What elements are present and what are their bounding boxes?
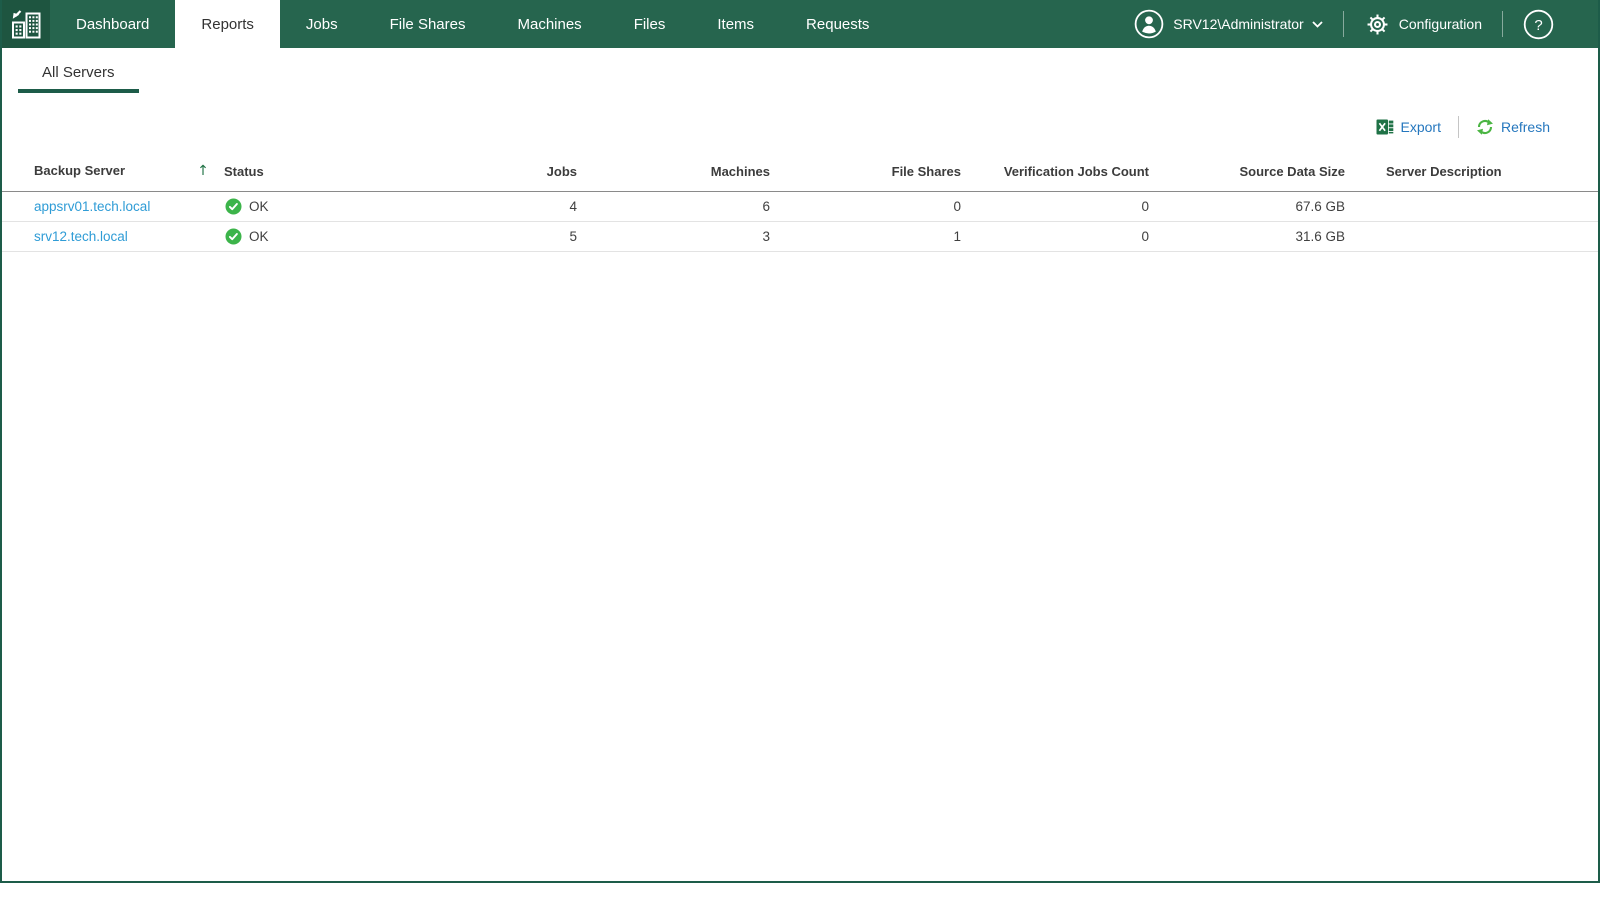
column-label: Status [224,163,264,179]
column-source-data-size[interactable]: Source Data Size [1159,153,1355,192]
nav-requests[interactable]: Requests [780,0,895,48]
nav-files[interactable]: Files [608,0,692,48]
app-window: Dashboard Reports Jobs File Shares Machi… [0,0,1600,883]
topbar-divider [1342,11,1344,37]
refresh-icon [1476,118,1494,136]
column-label: File Shares [891,163,961,179]
column-file-shares[interactable]: File Shares [780,153,971,192]
table-toolbar: Export Refresh [2,115,1598,139]
nav-machines[interactable]: Machines [491,0,607,48]
file-shares-count: 1 [780,221,971,252]
server-description [1355,191,1598,222]
machines-count: 3 [587,221,780,252]
export-button[interactable]: Export [1376,118,1441,136]
report-tabs: All Servers [2,57,1598,93]
column-label: Verification Jobs Count [1003,163,1149,179]
server-description [1355,221,1598,252]
tab-all-servers[interactable]: All Servers [18,57,139,93]
top-navigation-bar: Dashboard Reports Jobs File Shares Machi… [2,0,1598,48]
server-link[interactable]: srv12.tech.local [34,229,128,244]
gear-icon [1364,11,1391,38]
machines-count: 6 [587,191,780,222]
column-machines[interactable]: Machines [587,153,780,192]
svg-text:?: ? [1534,17,1542,34]
user-menu[interactable]: SRV12\Administrator [1134,9,1323,39]
user-avatar-icon [1134,9,1164,39]
nav-file-shares[interactable]: File Shares [364,0,492,48]
server-link[interactable]: appsrv01.tech.local [34,199,150,214]
configuration-button[interactable]: Configuration [1364,11,1482,38]
export-label: Export [1400,119,1441,135]
topbar-divider [1502,11,1503,37]
help-icon: ? [1523,9,1554,40]
column-label: Server Description [1386,163,1502,179]
table-header-row: Backup Server ↑ Status Jobs Machines File… [2,153,1598,192]
column-label: Backup Server [34,163,126,178]
nav-items[interactable]: Items [691,0,780,48]
help-button[interactable]: ? [1523,9,1554,40]
column-verification-jobs-count[interactable]: Verification Jobs Count [971,153,1159,192]
servers-table: Backup Server ↑ Status Jobs Machines File… [2,153,1598,252]
refresh-button[interactable]: Refresh [1476,118,1550,136]
verification-jobs-count: 0 [971,191,1159,222]
sort-ascending-icon: ↑ [197,163,209,179]
column-status[interactable]: Status [224,153,439,192]
verification-jobs-count: 0 [971,221,1159,252]
file-shares-count: 0 [780,191,971,222]
nav-jobs[interactable]: Jobs [280,0,364,48]
main-nav: Dashboard Reports Jobs File Shares Machi… [50,0,895,48]
nav-reports[interactable]: Reports [175,0,280,48]
source-data-size: 31.6 GB [1159,221,1355,252]
user-name: SRV12\Administrator [1173,16,1304,32]
column-label: Machines [710,163,770,179]
app-logo[interactable] [2,0,50,48]
nav-dashboard[interactable]: Dashboard [50,0,175,48]
toolbar-divider [1457,116,1459,138]
jobs-count: 5 [439,221,587,252]
jobs-count: 4 [439,191,587,222]
configuration-label: Configuration [1398,16,1482,32]
status-text: OK [249,199,269,214]
refresh-label: Refresh [1500,119,1550,135]
app-logo-icon [10,8,42,40]
source-data-size: 67.6 GB [1159,191,1355,222]
column-label: Source Data Size [1239,163,1346,179]
status-ok-icon [225,228,242,245]
status-text: OK [249,229,269,244]
status-ok-icon [225,198,242,215]
excel-icon [1376,118,1394,136]
column-server-description[interactable]: Server Description [1355,153,1598,192]
column-label: Jobs [546,163,577,179]
column-jobs[interactable]: Jobs [439,153,587,192]
topbar-right-group: SRV12\Administrator Configuration ? [1134,0,1598,48]
chevron-down-icon [1312,20,1323,28]
table-row: srv12.tech.local OK 5 3 1 0 31.6 GB [2,221,1598,252]
table-row: appsrv01.tech.local OK 4 6 0 0 67.6 GB [2,191,1598,222]
column-backup-server[interactable]: Backup Server ↑ [2,153,224,192]
